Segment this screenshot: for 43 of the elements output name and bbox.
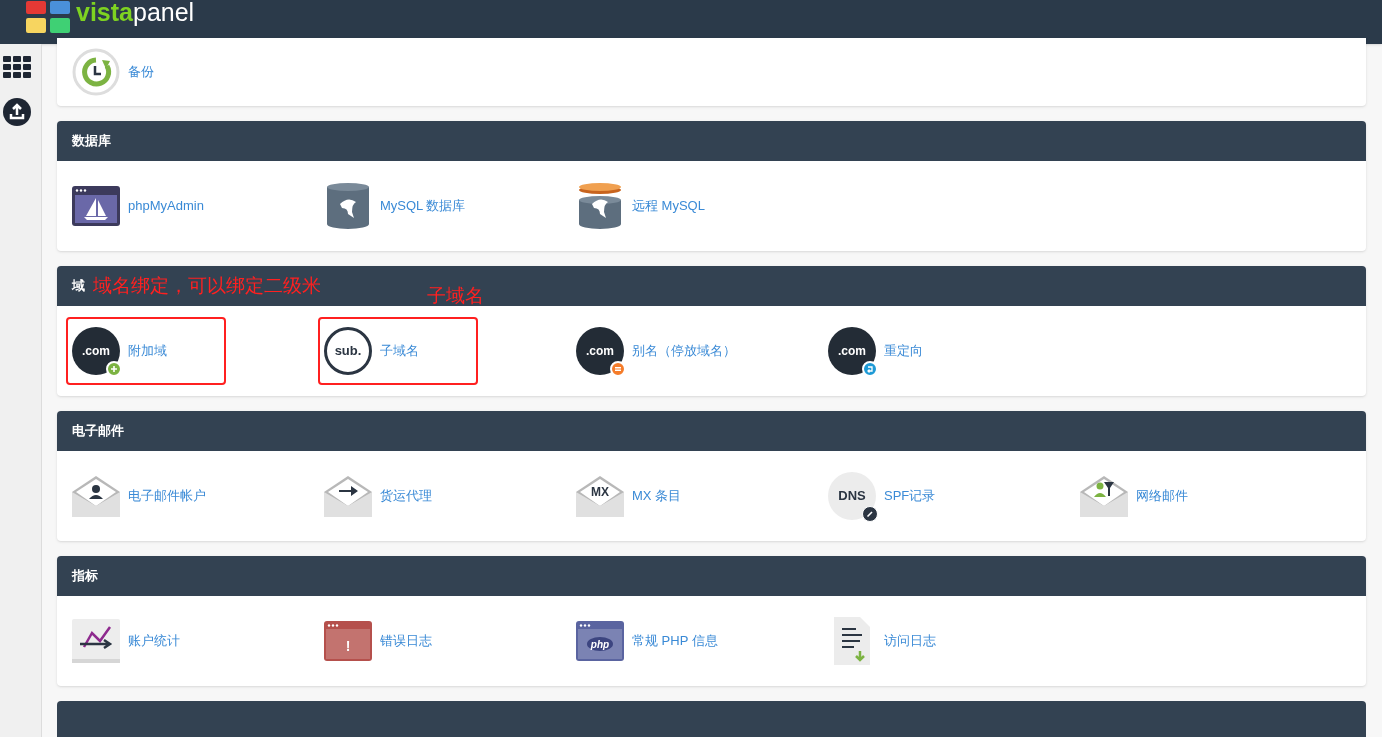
tool-link[interactable]: 网络邮件 xyxy=(1136,486,1188,506)
error-window-icon: ! xyxy=(324,621,372,661)
envelope-icon: MX xyxy=(576,474,624,518)
logo-text: vistapanel xyxy=(76,0,195,25)
annotation-text: 子域名 xyxy=(427,286,484,305)
tool-link[interactable]: 重定向 xyxy=(884,341,923,361)
tool-link[interactable]: MX 条目 xyxy=(632,486,682,506)
tool-link[interactable]: 远程 MySQL xyxy=(632,196,705,216)
domain-icon: .com xyxy=(828,327,876,375)
tool-link[interactable]: 常规 PHP 信息 xyxy=(632,631,718,651)
tool-link[interactable]: 备份 xyxy=(128,62,154,82)
annotation-text: 域名绑定，可以绑定二级米 xyxy=(93,273,321,298)
domain-icon: .com xyxy=(576,327,624,375)
tool-link[interactable]: 访问日志 xyxy=(884,631,936,651)
envelope-icon xyxy=(1080,474,1128,518)
tool-link[interactable]: 账户统计 xyxy=(128,631,180,651)
domain-icon: .com xyxy=(72,327,120,375)
upload-icon[interactable] xyxy=(2,98,31,126)
section-title: 指标 xyxy=(72,567,98,586)
php-window-icon: php xyxy=(576,621,624,661)
tool-link[interactable]: 错误日志 xyxy=(380,631,432,651)
tool-link[interactable]: MySQL 数据库 xyxy=(380,196,466,216)
logo-icon xyxy=(26,1,72,35)
tool-link[interactable]: 货运代理 xyxy=(380,486,432,506)
envelope-icon xyxy=(324,474,372,518)
tool-link[interactable]: 附加域 xyxy=(128,341,167,361)
tool-link[interactable]: phpMyAdmin xyxy=(128,196,204,216)
clock-refresh-icon xyxy=(72,48,120,96)
tool-link[interactable]: 电子邮件帐户 xyxy=(128,486,206,506)
database-icon xyxy=(578,182,622,230)
database-icon xyxy=(326,182,370,230)
line-chart-icon xyxy=(72,619,120,663)
section-title: 数据库 xyxy=(72,132,111,151)
section-title: 电子邮件 xyxy=(72,422,124,441)
tool-link[interactable]: 别名（停放域名） xyxy=(632,341,736,361)
section-title: 域 xyxy=(72,277,85,296)
sailboat-window-icon xyxy=(72,186,120,226)
grid-icon[interactable] xyxy=(2,56,31,78)
tool-link[interactable]: 子域名 xyxy=(380,341,419,361)
envelope-icon xyxy=(72,474,120,518)
dns-icon: DNS xyxy=(828,472,876,520)
tool-link[interactable]: SPF记录 xyxy=(884,486,936,506)
subdomain-icon: sub. xyxy=(324,327,372,375)
